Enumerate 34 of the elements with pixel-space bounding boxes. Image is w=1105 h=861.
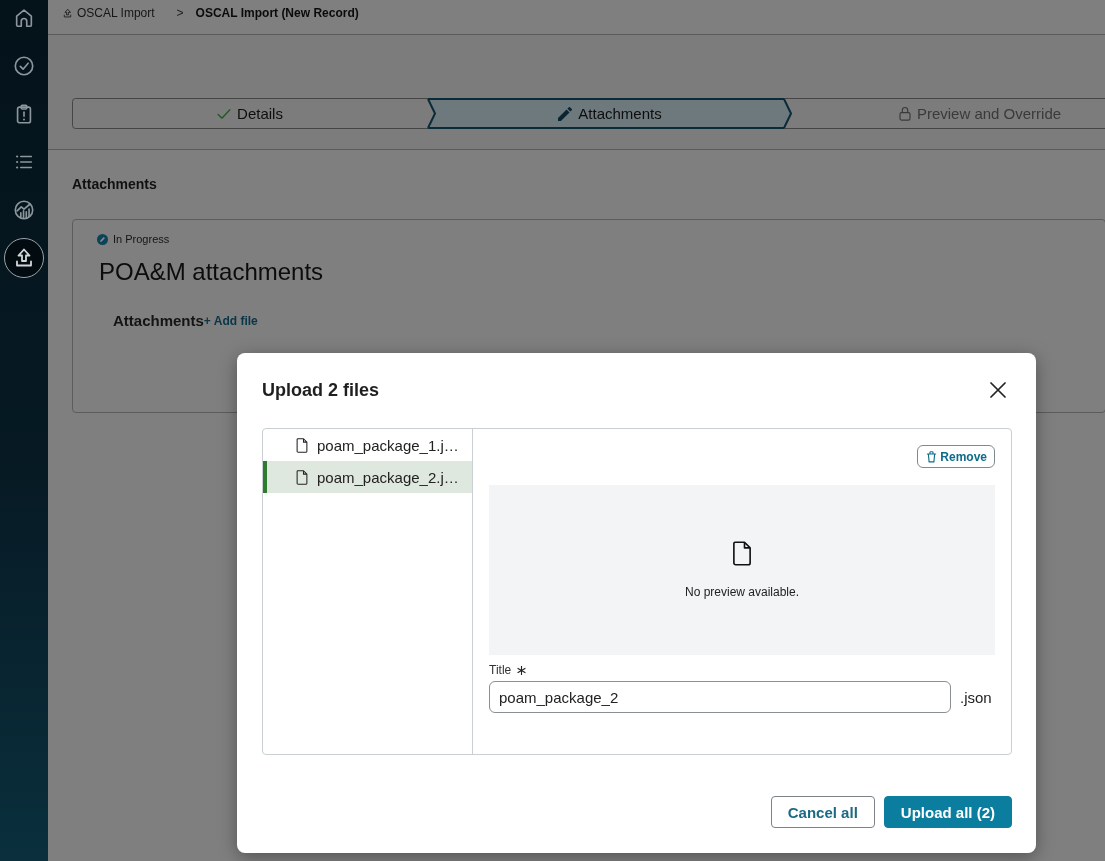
file-icon: [732, 541, 752, 566]
check-circle-icon[interactable]: [13, 55, 35, 77]
remove-button[interactable]: Remove: [917, 445, 995, 468]
file-list-item[interactable]: poam_package_2.j…: [263, 461, 472, 493]
stepper-tab[interactable]: Details: [72, 98, 436, 129]
status-icon: [97, 234, 108, 245]
file-icon: [296, 437, 308, 453]
breadcrumb-separator: >: [176, 6, 184, 20]
lock-icon: [898, 106, 911, 121]
dialog-title: Upload 2 files: [262, 379, 380, 401]
trash-icon: [926, 450, 938, 463]
upload-all-button[interactable]: Upload all (2): [883, 796, 1012, 828]
file-icon: [296, 469, 308, 485]
sidebar-button[interactable]: [4, 238, 44, 278]
file-list-item[interactable]: poam_package_1.j…: [263, 429, 472, 461]
preview-message: No preview available.: [684, 585, 800, 599]
upload-icon: [62, 7, 73, 19]
chart-icon[interactable]: [13, 199, 35, 221]
file-extension: .json: [960, 688, 992, 706]
stepper-tab[interactable]: Attachments: [436, 98, 792, 129]
breadcrumb-current: OSCAL Import (New Record): [195, 6, 359, 20]
status-label: In Progress: [113, 233, 170, 246]
home-icon[interactable]: [13, 7, 35, 29]
title-input[interactable]: poam_package_2: [489, 681, 951, 713]
field-label: Title: [489, 663, 512, 677]
pencil-icon: [558, 106, 573, 121]
check-icon: [217, 108, 232, 119]
field-label: Attachments: [113, 312, 204, 330]
breadcrumb-link[interactable]: OSCAL Import: [62, 6, 155, 20]
section-heading: Attachments: [72, 176, 158, 193]
card-title: POA&M attachments: [99, 258, 325, 286]
close-icon[interactable]: [990, 382, 1006, 398]
add-file-link[interactable]: + Add file: [203, 314, 258, 328]
cancel-all-button[interactable]: Cancel all: [770, 796, 875, 828]
